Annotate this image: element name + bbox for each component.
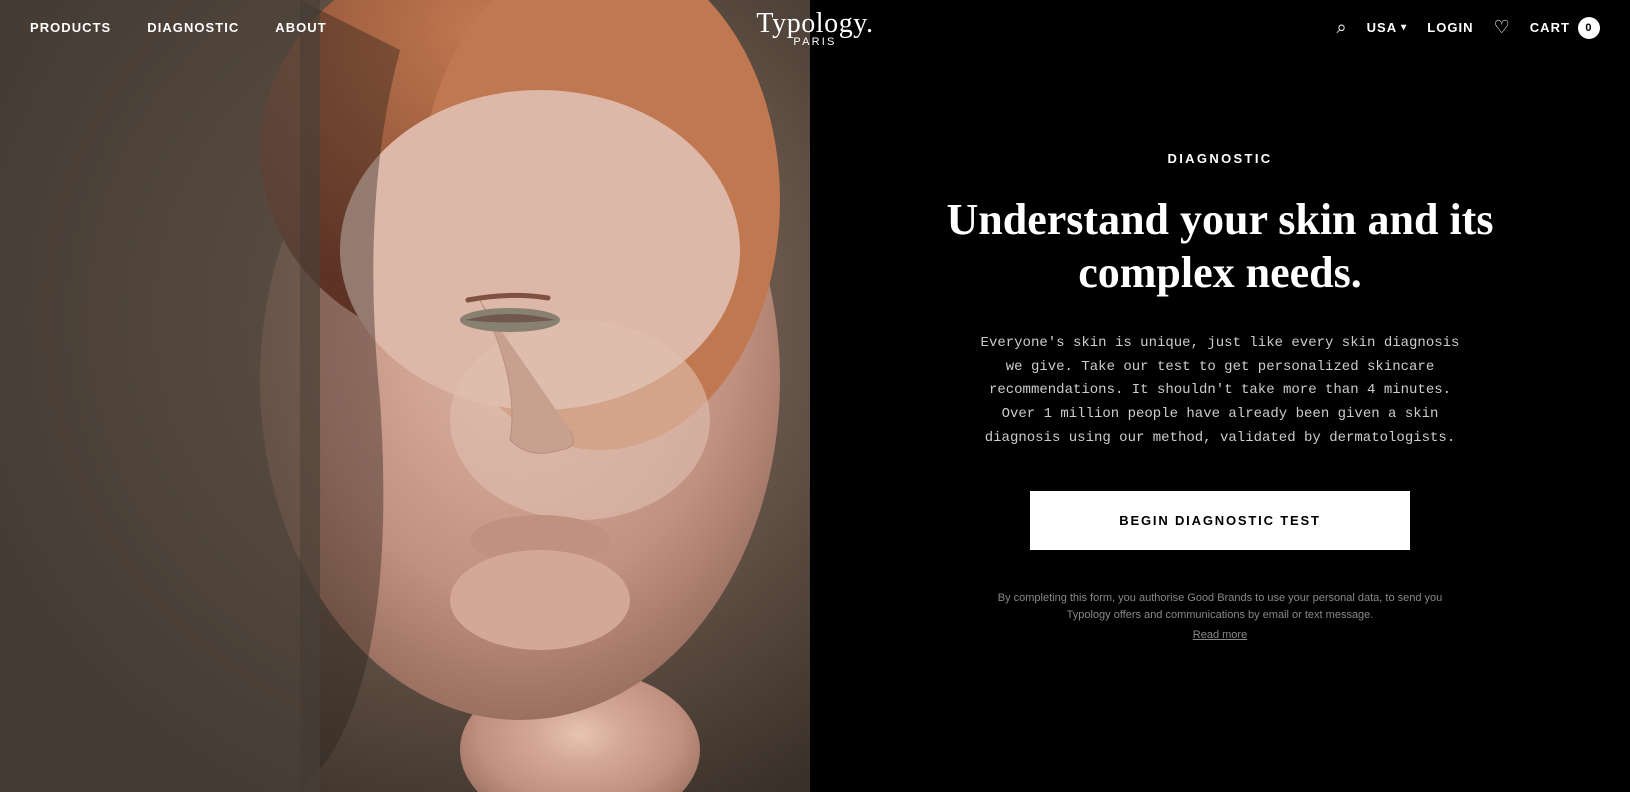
nav-left: PRODUCTS DIAGNOSTIC ABOUT: [30, 20, 327, 35]
section-label: DIAGNOSTIC: [1167, 151, 1272, 166]
read-more-link[interactable]: Read more: [1193, 629, 1247, 641]
cta-button[interactable]: BEGIN DIAGNOSTIC TEST: [1030, 491, 1410, 550]
face-svg: [0, 0, 810, 792]
cart-label: CART: [1530, 20, 1570, 35]
main-heading: Understand your skin and its complex nee…: [930, 194, 1510, 300]
cart-button[interactable]: CART 0: [1530, 17, 1600, 39]
heart-icon[interactable]: ♡: [1494, 17, 1510, 38]
disclaimer-text: By completing this form, you authorise G…: [990, 590, 1450, 625]
nav-products[interactable]: PRODUCTS: [30, 20, 111, 35]
login-link[interactable]: LOGIN: [1427, 20, 1473, 35]
content-panel: DIAGNOSTIC Understand your skin and its …: [810, 0, 1630, 792]
description-text: Everyone's skin is unique, just like eve…: [980, 332, 1460, 451]
nav-brand: Typology. PARIS: [756, 8, 873, 48]
chevron-down-icon: ▾: [1401, 22, 1407, 33]
locale-label: USA: [1367, 20, 1398, 35]
nav-right: ⌕ USA ▾ LOGIN ♡ CART 0: [1336, 17, 1600, 39]
page-layout: DIAGNOSTIC Understand your skin and its …: [0, 0, 1630, 792]
nav-about[interactable]: ABOUT: [275, 20, 326, 35]
search-icon[interactable]: ⌕: [1336, 17, 1346, 38]
hero-image-panel: [0, 0, 810, 792]
face-photo: [0, 0, 810, 792]
locale-selector[interactable]: USA ▾: [1367, 20, 1408, 35]
nav-diagnostic[interactable]: DIAGNOSTIC: [147, 20, 239, 35]
navbar: PRODUCTS DIAGNOSTIC ABOUT Typology. PARI…: [0, 0, 1630, 55]
cart-count: 0: [1578, 17, 1600, 39]
brand-name: Typology.: [756, 8, 873, 39]
